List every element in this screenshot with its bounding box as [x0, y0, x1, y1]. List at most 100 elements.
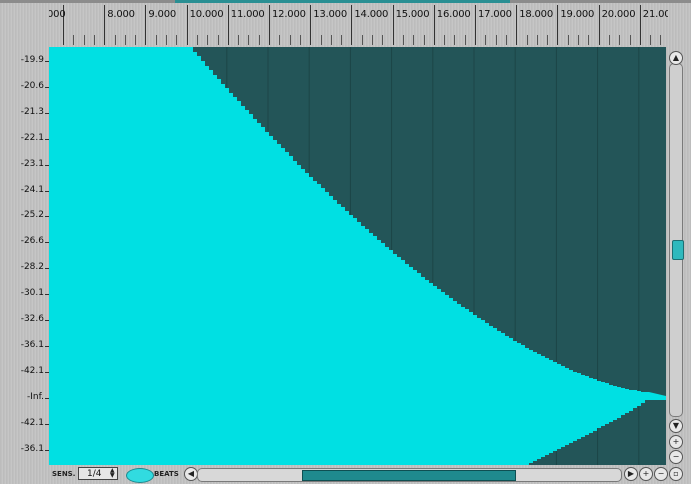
vertical-zoom-in-button[interactable]: +	[669, 435, 683, 449]
zoom-reset-button[interactable]: ▫	[669, 467, 683, 481]
ruler-minor-tick	[464, 35, 466, 45]
ruler-minor-tick	[454, 35, 456, 45]
db-axis-label: -32.6	[20, 314, 44, 324]
ruler-minor-tick	[650, 35, 652, 45]
ruler-minor-tick	[608, 35, 610, 45]
ruler-label: 14.000	[354, 9, 389, 20]
db-axis: -19.9 -20.6 -21.3 -22.1 -23.1 -24.1 -25.2 -26.6…	[0, 47, 49, 465]
db-axis-label: -19.9	[20, 55, 44, 65]
vertical-scroll-track[interactable]	[669, 63, 684, 417]
scroll-down-button[interactable]: ▼	[669, 419, 683, 433]
db-axis-label: -42.1	[20, 365, 44, 376]
ruler-major-tick	[392, 5, 394, 45]
ruler-label: 000	[49, 9, 66, 20]
ruler-minor-tick	[485, 35, 487, 45]
horizontal-scroll-thumb[interactable]	[302, 470, 516, 481]
ruler-minor-tick	[196, 35, 198, 45]
ruler-minor-tick	[299, 35, 301, 45]
up-arrow-icon: ▲	[672, 53, 680, 62]
db-axis-label: -36.1	[20, 339, 44, 350]
ruler-major-tick	[516, 5, 518, 45]
time-ruler[interactable]: 000 8.000 9.000 10.000 11.000 12.000 13.000 14.…	[49, 5, 668, 45]
ruler-major-tick	[269, 5, 270, 45]
reset-zoom-icon: ▫	[673, 469, 679, 478]
ruler-label: 13.000	[313, 9, 347, 20]
ruler-minor-tick	[207, 35, 209, 45]
ruler-major-tick	[351, 5, 353, 45]
ruler-minor-tick	[423, 35, 425, 45]
ruler-label: 9.000	[148, 9, 177, 20]
ruler-minor-tick	[629, 35, 631, 45]
ruler-minor-tick	[402, 35, 404, 45]
ruler-minor-tick	[330, 35, 332, 45]
spectrum-canvas	[49, 47, 666, 465]
down-arrow-icon: ▼	[672, 421, 680, 430]
ruler-major-tick	[557, 5, 559, 45]
ruler-major-tick	[145, 5, 147, 45]
scroll-right-button[interactable]: ▶	[624, 467, 638, 481]
ruler-minor-tick	[124, 35, 126, 45]
ruler-minor-tick	[217, 35, 219, 45]
db-axis-label: -20.6	[20, 80, 44, 91]
vertical-zoom-out-button[interactable]: −	[669, 450, 683, 464]
ruler-minor-tick	[526, 35, 528, 45]
ruler-major-tick	[433, 5, 435, 45]
ruler-minor-tick	[114, 35, 116, 45]
scroll-left-button[interactable]: ◀	[184, 467, 198, 481]
db-axis-label: -24.1	[20, 184, 44, 195]
ruler-major-tick	[186, 5, 188, 45]
ruler-label: 20.000	[601, 9, 636, 20]
plus-icon: +	[672, 437, 680, 446]
db-axis-label: -22.1	[20, 132, 44, 143]
ruler-label: 11.000	[230, 9, 265, 20]
ruler-minor-tick	[536, 35, 538, 45]
ruler-minor-tick	[372, 35, 373, 45]
db-axis-label: -23.1	[20, 158, 44, 169]
ruler-minor-tick	[320, 35, 322, 45]
ruler-minor-tick	[238, 35, 240, 45]
spectrum-view[interactable]	[49, 47, 666, 465]
sens-spinner[interactable]: ▲ ▼	[110, 468, 115, 479]
ruler-minor-tick	[547, 35, 549, 45]
ruler-major-tick	[598, 5, 600, 45]
right-arrow-icon: ▶	[627, 469, 635, 478]
ruler-major-tick	[310, 5, 312, 45]
ruler-major-tick	[475, 5, 476, 45]
db-axis-label: -28.2	[20, 262, 44, 273]
vertical-scroll-thumb[interactable]	[672, 240, 684, 260]
plus-icon: +	[642, 469, 650, 478]
ruler-minor-tick	[505, 35, 507, 45]
ruler-minor-tick	[248, 35, 250, 45]
ruler-minor-tick	[93, 35, 95, 45]
ruler-minor-tick	[567, 35, 569, 45]
minus-icon: −	[657, 469, 665, 478]
beats-toggle[interactable]	[126, 468, 154, 483]
ruler-minor-tick	[619, 35, 621, 45]
ruler-label: 17.000	[478, 9, 512, 20]
horizontal-scroll-track[interactable]	[197, 468, 622, 482]
ruler-label: 21.000	[642, 9, 668, 20]
ruler-minor-tick	[73, 35, 75, 45]
vertical-scrollbar[interactable]: ▲ ▼ + −	[668, 47, 685, 465]
ruler-minor-tick	[382, 35, 384, 45]
ruler-minor-tick	[258, 35, 260, 45]
db-axis-label: -42.1	[20, 417, 44, 428]
horizontal-zoom-in-button[interactable]: +	[639, 467, 653, 481]
ruler-minor-tick	[413, 35, 415, 45]
ruler-label: 19.000	[560, 9, 595, 20]
ruler-label: 15.000	[395, 9, 430, 20]
ruler-label: 18.000	[519, 9, 553, 20]
horizontal-zoom-out-button[interactable]: −	[654, 467, 668, 481]
db-axis-label: -26.6	[20, 236, 44, 247]
ruler-minor-tick	[588, 35, 590, 45]
ruler-minor-tick	[341, 35, 343, 45]
db-axis-label: -30.1	[20, 288, 44, 299]
ruler-minor-tick	[495, 35, 497, 45]
ruler-minor-tick	[578, 35, 579, 45]
ruler-minor-tick	[279, 35, 281, 45]
ruler-minor-tick	[83, 35, 85, 45]
ruler-minor-tick	[135, 35, 137, 45]
ruler-label: 8.000	[107, 9, 135, 20]
scroll-up-button[interactable]: ▲	[669, 51, 683, 65]
ruler-minor-tick	[176, 35, 178, 45]
